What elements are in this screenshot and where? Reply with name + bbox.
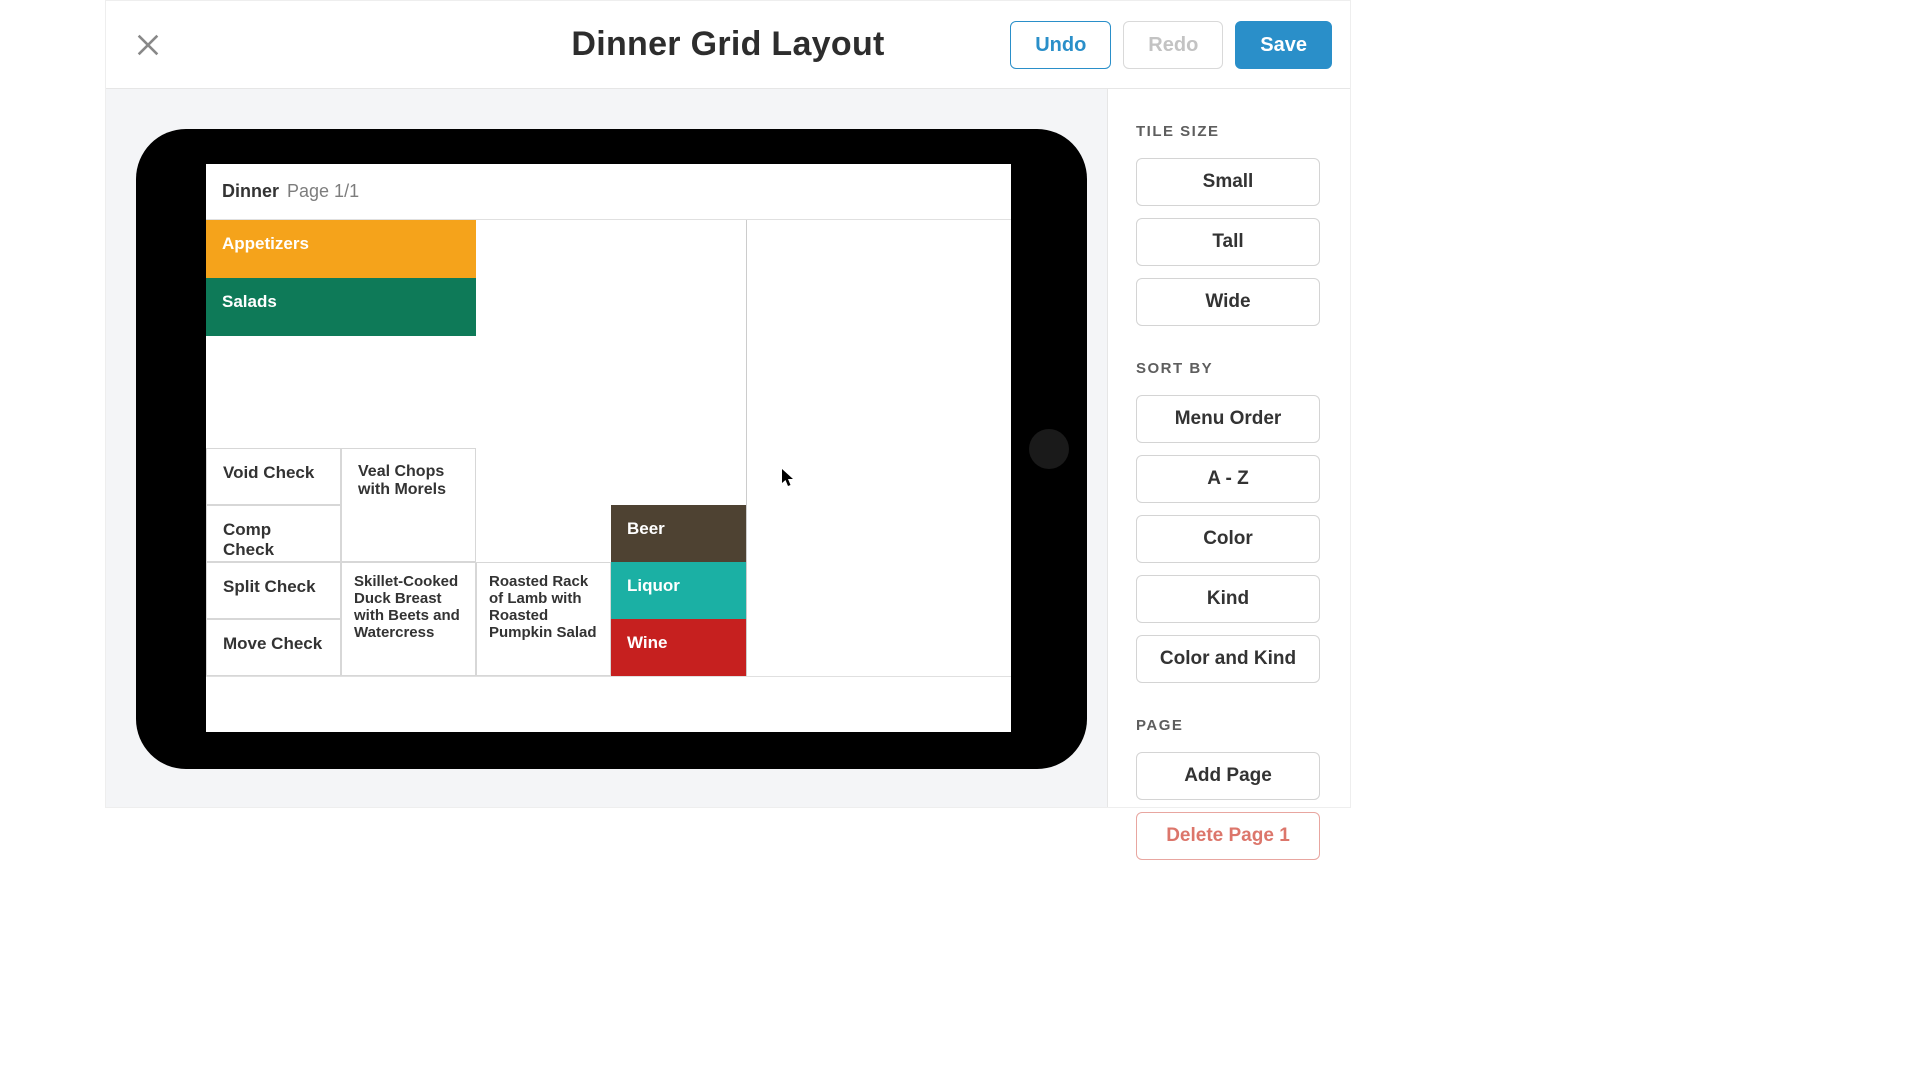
tile-move-check[interactable]: Move Check xyxy=(206,619,341,676)
cursor-icon xyxy=(781,468,795,488)
tile-void-check[interactable]: Void Check xyxy=(206,448,341,505)
page-indicator: Page 1/1 xyxy=(287,181,359,202)
tile-size-tall[interactable]: Tall xyxy=(1136,218,1320,266)
tile-size-label: TILE SIZE xyxy=(1136,123,1322,140)
right-sidebar: TILE SIZE Small Tall Wide SORT BY Menu O… xyxy=(1107,89,1350,807)
tile-split-check[interactable]: Split Check xyxy=(206,562,341,619)
tile-size-small[interactable]: Small xyxy=(1136,158,1320,206)
tablet-screen: Dinner Page 1/1 Appetizers Salads Void C… xyxy=(206,164,1011,732)
sort-a-z[interactable]: A - Z xyxy=(1136,455,1320,503)
screen-header: Dinner Page 1/1 xyxy=(206,164,1011,220)
layout-grid[interactable]: Appetizers Salads Void Check Comp Check … xyxy=(206,220,1011,676)
home-button-icon xyxy=(1029,429,1069,469)
app-frame: Dinner Grid Layout Undo Redo Save Dinner… xyxy=(105,0,1351,808)
sort-by-label: SORT BY xyxy=(1136,360,1322,377)
tile-wine[interactable]: Wine xyxy=(611,619,746,676)
screen-bottom-bar xyxy=(206,676,1011,732)
delete-page-button[interactable]: Delete Page 1 xyxy=(1136,812,1320,860)
tile-salads[interactable]: Salads xyxy=(206,278,476,336)
tile-lamb[interactable]: Roasted Rack of Lamb with Roasted Pumpki… xyxy=(476,562,611,676)
save-button[interactable]: Save xyxy=(1235,21,1332,69)
tile-size-wide[interactable]: Wide xyxy=(1136,278,1320,326)
tablet-frame: Dinner Page 1/1 Appetizers Salads Void C… xyxy=(136,129,1087,769)
tile-appetizers[interactable]: Appetizers xyxy=(206,220,476,278)
top-bar: Dinner Grid Layout Undo Redo Save xyxy=(106,1,1350,89)
tile-duck[interactable]: Skillet-Cooked Duck Breast with Beets an… xyxy=(341,562,476,676)
workspace: Dinner Page 1/1 Appetizers Salads Void C… xyxy=(106,89,1107,807)
tile-comp-check[interactable]: Comp Check xyxy=(206,505,341,562)
grid-divider xyxy=(746,220,747,676)
tile-liquor[interactable]: Liquor xyxy=(611,562,746,619)
add-page-button[interactable]: Add Page xyxy=(1136,752,1320,800)
sort-menu-order[interactable]: Menu Order xyxy=(1136,395,1320,443)
sort-color-kind[interactable]: Color and Kind xyxy=(1136,635,1320,683)
undo-button[interactable]: Undo xyxy=(1010,21,1111,69)
tile-beer[interactable]: Beer xyxy=(611,505,746,562)
toolbar-buttons: Undo Redo Save xyxy=(1010,21,1332,69)
page-section-label: PAGE xyxy=(1136,717,1322,734)
sort-kind[interactable]: Kind xyxy=(1136,575,1320,623)
redo-button: Redo xyxy=(1123,21,1223,69)
tile-veal[interactable]: Veal Chops with Morels xyxy=(341,448,476,562)
menu-name: Dinner xyxy=(222,181,279,202)
sort-color[interactable]: Color xyxy=(1136,515,1320,563)
